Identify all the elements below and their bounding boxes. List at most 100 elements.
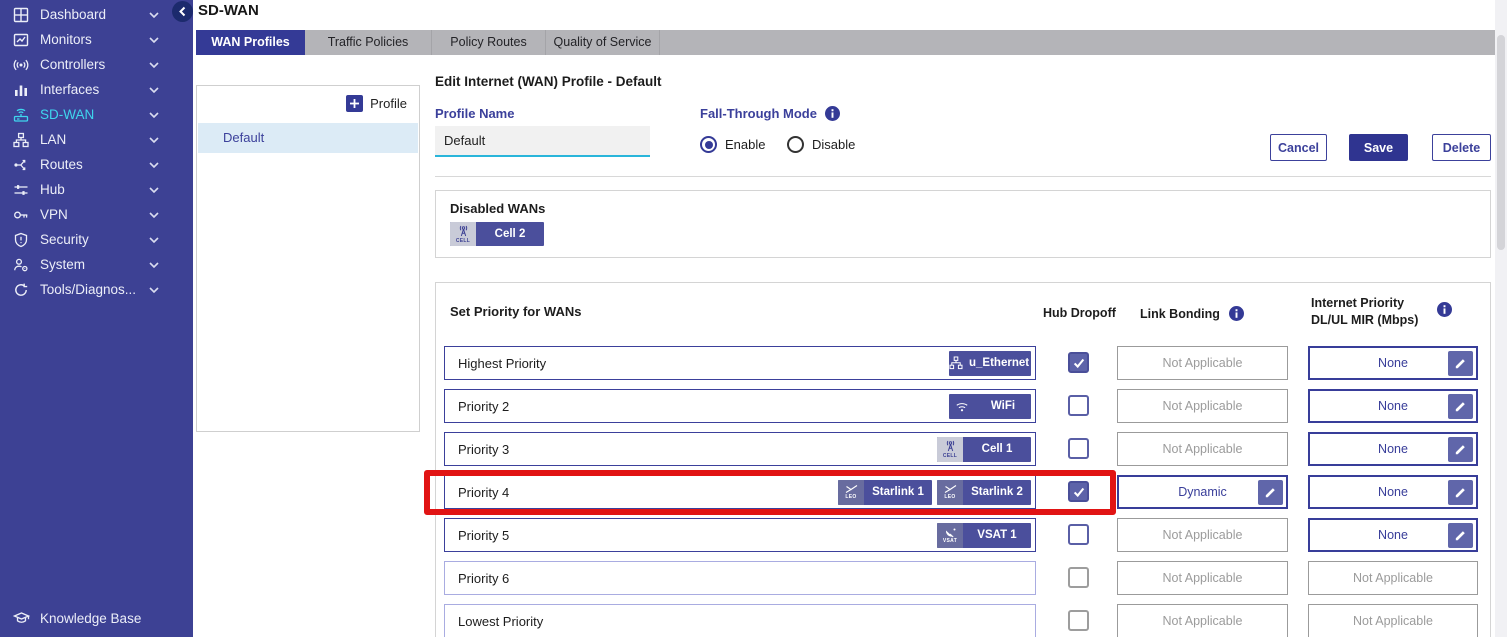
hub-dropoff-checkbox-row-3[interactable] <box>1068 438 1089 459</box>
monitors-icon <box>12 31 30 48</box>
tab-quality-of-service[interactable]: Quality of Service <box>546 30 660 55</box>
link-bonding-value-row-5: Not Applicable <box>1117 518 1288 552</box>
info-icon[interactable] <box>1229 306 1244 321</box>
edit-pencil-icon[interactable] <box>1448 394 1473 419</box>
profile-list-item-default[interactable]: Default <box>198 123 418 153</box>
fall-through-disable-radio[interactable]: Disable <box>787 136 855 153</box>
info-icon[interactable] <box>825 106 840 121</box>
priority-row-lowest[interactable]: Lowest Priority <box>444 604 1036 637</box>
check-icon <box>1072 485 1086 499</box>
chevron-down-icon <box>149 287 159 293</box>
check-icon <box>1072 356 1086 370</box>
leo-satellite-icon: LEO <box>937 480 963 505</box>
chevron-down-icon <box>149 137 159 143</box>
wan-chip-cell-2[interactable]: CELL Cell 2 <box>450 222 544 246</box>
radio-unselected-icon <box>787 136 804 153</box>
priority-row-5[interactable]: Priority 5 VSAT VSAT 1 <box>444 518 1036 552</box>
column-header-link-bonding: Link Bonding <box>1140 306 1244 321</box>
editor-heading: Edit Internet (WAN) Profile - Default <box>435 74 662 89</box>
tab-traffic-policies[interactable]: Traffic Policies <box>305 30 432 55</box>
internet-priority-value-row-7: Not Applicable <box>1308 604 1478 637</box>
hub-dropoff-checkbox-row-2[interactable] <box>1068 395 1089 416</box>
link-bonding-value-row-1: Not Applicable <box>1117 346 1288 380</box>
edit-pencil-icon[interactable] <box>1448 480 1473 505</box>
wan-chip-wifi[interactable]: WiFi <box>949 394 1031 419</box>
cell-icon: CELL <box>937 437 963 462</box>
chevron-down-icon <box>149 162 159 168</box>
hub-dropoff-checkbox-row-1[interactable] <box>1068 352 1089 373</box>
profile-name-label: Profile Name <box>435 106 514 121</box>
priority-row-4[interactable]: Priority 4 LEO Starlink 1 LEO Starlink 2 <box>444 475 1036 509</box>
hub-dropoff-checkbox-row-4[interactable] <box>1068 481 1089 502</box>
sidebar-item-hub[interactable]: Hub <box>0 177 193 202</box>
edit-pencil-icon[interactable] <box>1448 437 1473 462</box>
chevron-down-icon <box>149 112 159 118</box>
sidebar-item-knowledge-base[interactable]: Knowledge Base <box>0 604 193 632</box>
priority-row-highest[interactable]: Highest Priority u_Ethernet <box>444 346 1036 380</box>
chevron-down-icon <box>149 187 159 193</box>
profile-name-input[interactable] <box>435 126 650 157</box>
sidebar-item-security[interactable]: Security <box>0 227 193 252</box>
vsat-satellite-icon: VSAT <box>937 523 963 548</box>
wan-chip-cell-1[interactable]: CELL Cell 1 <box>937 437 1031 462</box>
cancel-button[interactable]: Cancel <box>1270 134 1327 161</box>
edit-pencil-icon[interactable] <box>1448 351 1473 376</box>
tab-wan-profiles[interactable]: WAN Profiles <box>196 30 305 55</box>
internet-priority-value-row-3[interactable]: None <box>1308 432 1478 466</box>
sidebar-item-lan[interactable]: LAN <box>0 127 193 152</box>
sdwan-page: Dashboard Monitors Controllers Interface… <box>0 0 1507 637</box>
sidebar-item-routes[interactable]: Routes <box>0 152 193 177</box>
knowledge-base-icon <box>12 610 30 627</box>
radio-selected-icon <box>700 136 717 153</box>
chevron-down-icon <box>149 237 159 243</box>
hub-dropoff-checkbox-row-7[interactable] <box>1068 610 1089 631</box>
internet-priority-value-row-1[interactable]: None <box>1308 346 1478 380</box>
internet-priority-value-row-5[interactable]: None <box>1308 518 1478 552</box>
sidebar-collapse-button[interactable] <box>172 1 193 22</box>
hub-dropoff-checkbox-row-5[interactable] <box>1068 524 1089 545</box>
wan-chip-starlink-2[interactable]: LEO Starlink 2 <box>937 480 1031 505</box>
routes-icon <box>12 156 30 173</box>
scrollbar[interactable] <box>1495 0 1507 637</box>
wan-chip-u-ethernet[interactable]: u_Ethernet <box>949 351 1031 376</box>
info-icon[interactable] <box>1437 302 1452 317</box>
priority-row-2[interactable]: Priority 2 WiFi <box>444 389 1036 423</box>
leo-satellite-icon: LEO <box>838 480 864 505</box>
chevron-down-icon <box>149 62 159 68</box>
tab-policy-routes[interactable]: Policy Routes <box>432 30 546 55</box>
lan-icon <box>12 131 30 148</box>
delete-button[interactable]: Delete <box>1432 134 1491 161</box>
priority-row-3[interactable]: Priority 3 CELL Cell 1 <box>444 432 1036 466</box>
sidebar-nav: Dashboard Monitors Controllers Interface… <box>0 0 193 302</box>
edit-pencil-icon[interactable] <box>1258 480 1283 505</box>
sidebar-item-tools-diagnostics[interactable]: Tools/Diagnos... <box>0 277 193 302</box>
wan-chip-starlink-1[interactable]: LEO Starlink 1 <box>838 480 932 505</box>
sdwan-router-icon <box>12 106 30 123</box>
internet-priority-value-row-2[interactable]: None <box>1308 389 1478 423</box>
internet-priority-value-row-4[interactable]: None <box>1308 475 1478 509</box>
priority-row-6[interactable]: Priority 6 <box>444 561 1036 595</box>
edit-pencil-icon[interactable] <box>1448 523 1473 548</box>
link-bonding-value-row-4[interactable]: Dynamic <box>1117 475 1288 509</box>
wan-chip-vsat-1[interactable]: VSAT VSAT 1 <box>937 523 1031 548</box>
sidebar-item-interfaces[interactable]: Interfaces <box>0 77 193 102</box>
sidebar-item-monitors[interactable]: Monitors <box>0 27 193 52</box>
save-button[interactable]: Save <box>1349 134 1408 161</box>
hub-dropoff-checkbox-row-6[interactable] <box>1068 567 1089 588</box>
sidebar-item-vpn[interactable]: VPN <box>0 202 193 227</box>
tab-bar: WAN Profiles Traffic Policies Policy Rou… <box>196 30 1495 55</box>
sidebar-item-sd-wan[interactable]: SD-WAN <box>0 102 193 127</box>
dashboard-icon <box>12 6 30 23</box>
sidebar-item-controllers[interactable]: Controllers <box>0 52 193 77</box>
section-divider <box>435 176 1491 177</box>
chevron-down-icon <box>149 212 159 218</box>
fall-through-enable-radio[interactable]: Enable <box>700 136 765 153</box>
scrollbar-thumb[interactable] <box>1497 35 1505 250</box>
back-icon <box>178 6 188 17</box>
link-bonding-value-row-6: Not Applicable <box>1117 561 1288 595</box>
add-profile-button[interactable]: Profile <box>346 95 407 112</box>
plus-icon <box>346 95 363 112</box>
sidebar-item-system[interactable]: System <box>0 252 193 277</box>
sidebar-item-dashboard[interactable]: Dashboard <box>0 2 193 27</box>
disabled-wans-title: Disabled WANs <box>450 201 545 216</box>
